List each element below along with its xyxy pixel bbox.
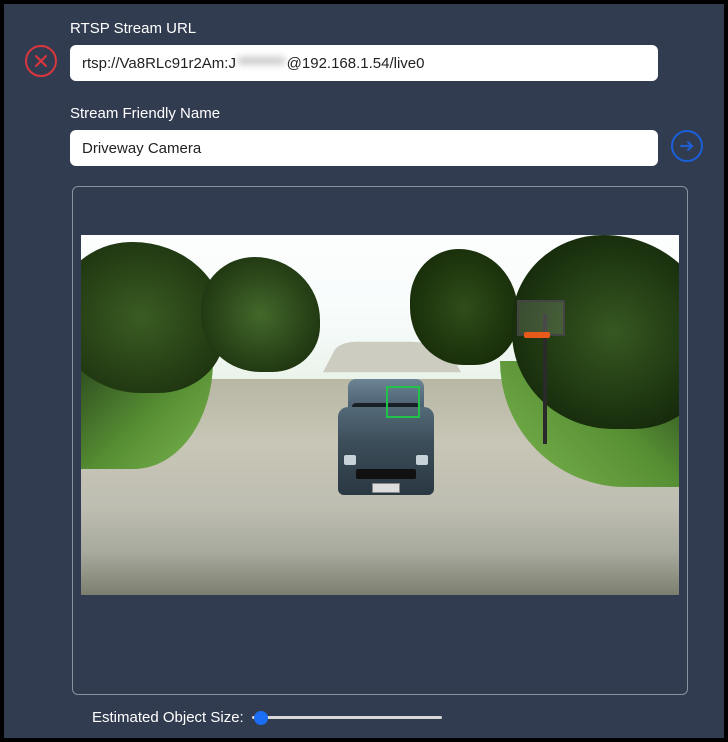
arrow-right-icon bbox=[679, 138, 695, 154]
stream-preview-frame bbox=[72, 186, 688, 695]
object-size-slider[interactable] bbox=[252, 710, 442, 726]
detection-box[interactable] bbox=[386, 386, 420, 418]
close-button[interactable] bbox=[25, 45, 57, 77]
object-size-row: Estimated Object Size: bbox=[92, 709, 704, 726]
name-row: Stream Friendly Name bbox=[24, 105, 704, 166]
next-button[interactable] bbox=[671, 130, 703, 162]
slider-thumb[interactable] bbox=[254, 711, 268, 725]
rtsp-url-input[interactable] bbox=[70, 45, 658, 81]
config-panel: RTSP Stream URL rtsp://Va8RLc91r2Am:J***… bbox=[4, 4, 724, 738]
slider-track bbox=[252, 716, 442, 719]
friendly-name-input[interactable] bbox=[70, 130, 658, 166]
stream-preview-image bbox=[81, 235, 679, 595]
url-label: RTSP Stream URL bbox=[70, 20, 658, 37]
close-icon bbox=[34, 54, 48, 68]
url-row: RTSP Stream URL rtsp://Va8RLc91r2Am:J***… bbox=[24, 20, 704, 81]
name-label: Stream Friendly Name bbox=[70, 105, 658, 122]
object-size-label: Estimated Object Size: bbox=[92, 709, 244, 726]
